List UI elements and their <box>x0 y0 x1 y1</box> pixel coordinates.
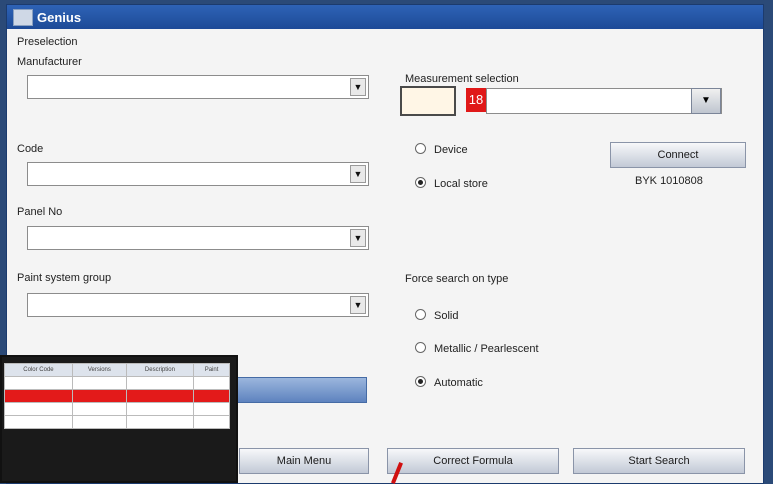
radio-dot-icon <box>415 376 426 387</box>
table-cell <box>125 415 195 429</box>
table-row[interactable] <box>4 376 230 390</box>
chevron-down-icon[interactable]: ▼ <box>350 229 366 247</box>
radio-metallic-label: Metallic / Pearlescent <box>434 343 539 355</box>
action-button-bar[interactable] <box>237 377 367 403</box>
paint-system-group-label: Paint system group <box>17 272 112 284</box>
radio-local-store-label: Local store <box>434 178 488 190</box>
results-table-inset: Color Code Versions Description Paint <box>0 355 238 483</box>
table-cell <box>4 415 73 429</box>
table-cell <box>71 389 127 403</box>
force-search-label: Force search on type <box>405 273 509 285</box>
table-cell <box>4 402 73 416</box>
measurement-selection-label: Measurement selection <box>405 73 519 85</box>
results-table: Color Code Versions Description Paint <box>4 363 230 429</box>
table-cell <box>71 402 127 416</box>
radio-dot-icon <box>415 143 426 154</box>
radio-automatic-label: Automatic <box>434 377 483 389</box>
correct-formula-button[interactable]: Correct Formula <box>387 448 559 474</box>
manufacturer-label: Manufacturer <box>17 56 82 68</box>
chevron-down-icon[interactable]: ▼ <box>350 296 366 314</box>
column-header: Paint <box>193 363 230 377</box>
preselection-heading: Preselection <box>17 36 78 48</box>
table-cell <box>125 389 195 403</box>
table-row[interactable] <box>4 415 230 429</box>
title-bar: Genius <box>7 5 763 29</box>
table-cell <box>193 402 230 416</box>
column-header: Versions <box>71 363 127 377</box>
radio-local-store[interactable]: Local store <box>415 177 488 190</box>
column-header: Color Code <box>4 363 73 377</box>
table-cell <box>125 402 195 416</box>
radio-automatic[interactable]: Automatic <box>415 376 483 389</box>
radio-metallic-pearlescent[interactable]: Metallic / Pearlescent <box>415 342 539 355</box>
start-search-button[interactable]: Start Search <box>573 448 745 474</box>
measurement-selection-combobox[interactable]: ▼ <box>486 88 722 114</box>
chevron-down-icon[interactable]: ▼ <box>350 78 366 96</box>
connect-button[interactable]: Connect <box>610 142 746 168</box>
radio-device[interactable]: Device <box>415 143 468 156</box>
table-row-selected[interactable] <box>4 389 230 403</box>
table-cell <box>193 415 230 429</box>
main-menu-button[interactable]: Main Menu <box>239 448 369 474</box>
column-header: Description <box>125 363 195 377</box>
code-combobox[interactable]: ▼ <box>27 162 369 186</box>
measurement-color-swatch[interactable] <box>400 86 456 116</box>
radio-solid[interactable]: Solid <box>415 309 458 322</box>
device-id-text: BYK 1010808 <box>635 175 703 187</box>
panel-no-label: Panel No <box>17 206 63 218</box>
table-row[interactable] <box>4 402 230 416</box>
table-cell <box>4 389 73 403</box>
table-cell <box>71 415 127 429</box>
table-cell <box>193 389 230 403</box>
table-cell <box>193 376 230 390</box>
panel-no-combobox[interactable]: ▼ <box>27 226 369 250</box>
radio-dot-icon <box>415 177 426 188</box>
chevron-down-icon[interactable]: ▼ <box>350 165 366 183</box>
code-label: Code <box>17 143 44 155</box>
measurement-red-indicator: 18 <box>466 88 486 112</box>
chevron-down-icon[interactable]: ▼ <box>691 88 721 114</box>
table-header-row: Color Code Versions Description Paint <box>4 363 230 377</box>
app-icon <box>13 9 33 26</box>
radio-dot-icon <box>415 342 426 353</box>
radio-dot-icon <box>415 309 426 320</box>
paint-system-group-combobox[interactable]: ▼ <box>27 293 369 317</box>
table-cell <box>4 376 73 390</box>
table-cell <box>125 376 195 390</box>
radio-device-label: Device <box>434 144 468 156</box>
manufacturer-combobox[interactable]: ▼ <box>27 75 369 99</box>
radio-solid-label: Solid <box>434 310 459 322</box>
window-title: Genius <box>37 10 82 25</box>
table-cell <box>71 376 127 390</box>
